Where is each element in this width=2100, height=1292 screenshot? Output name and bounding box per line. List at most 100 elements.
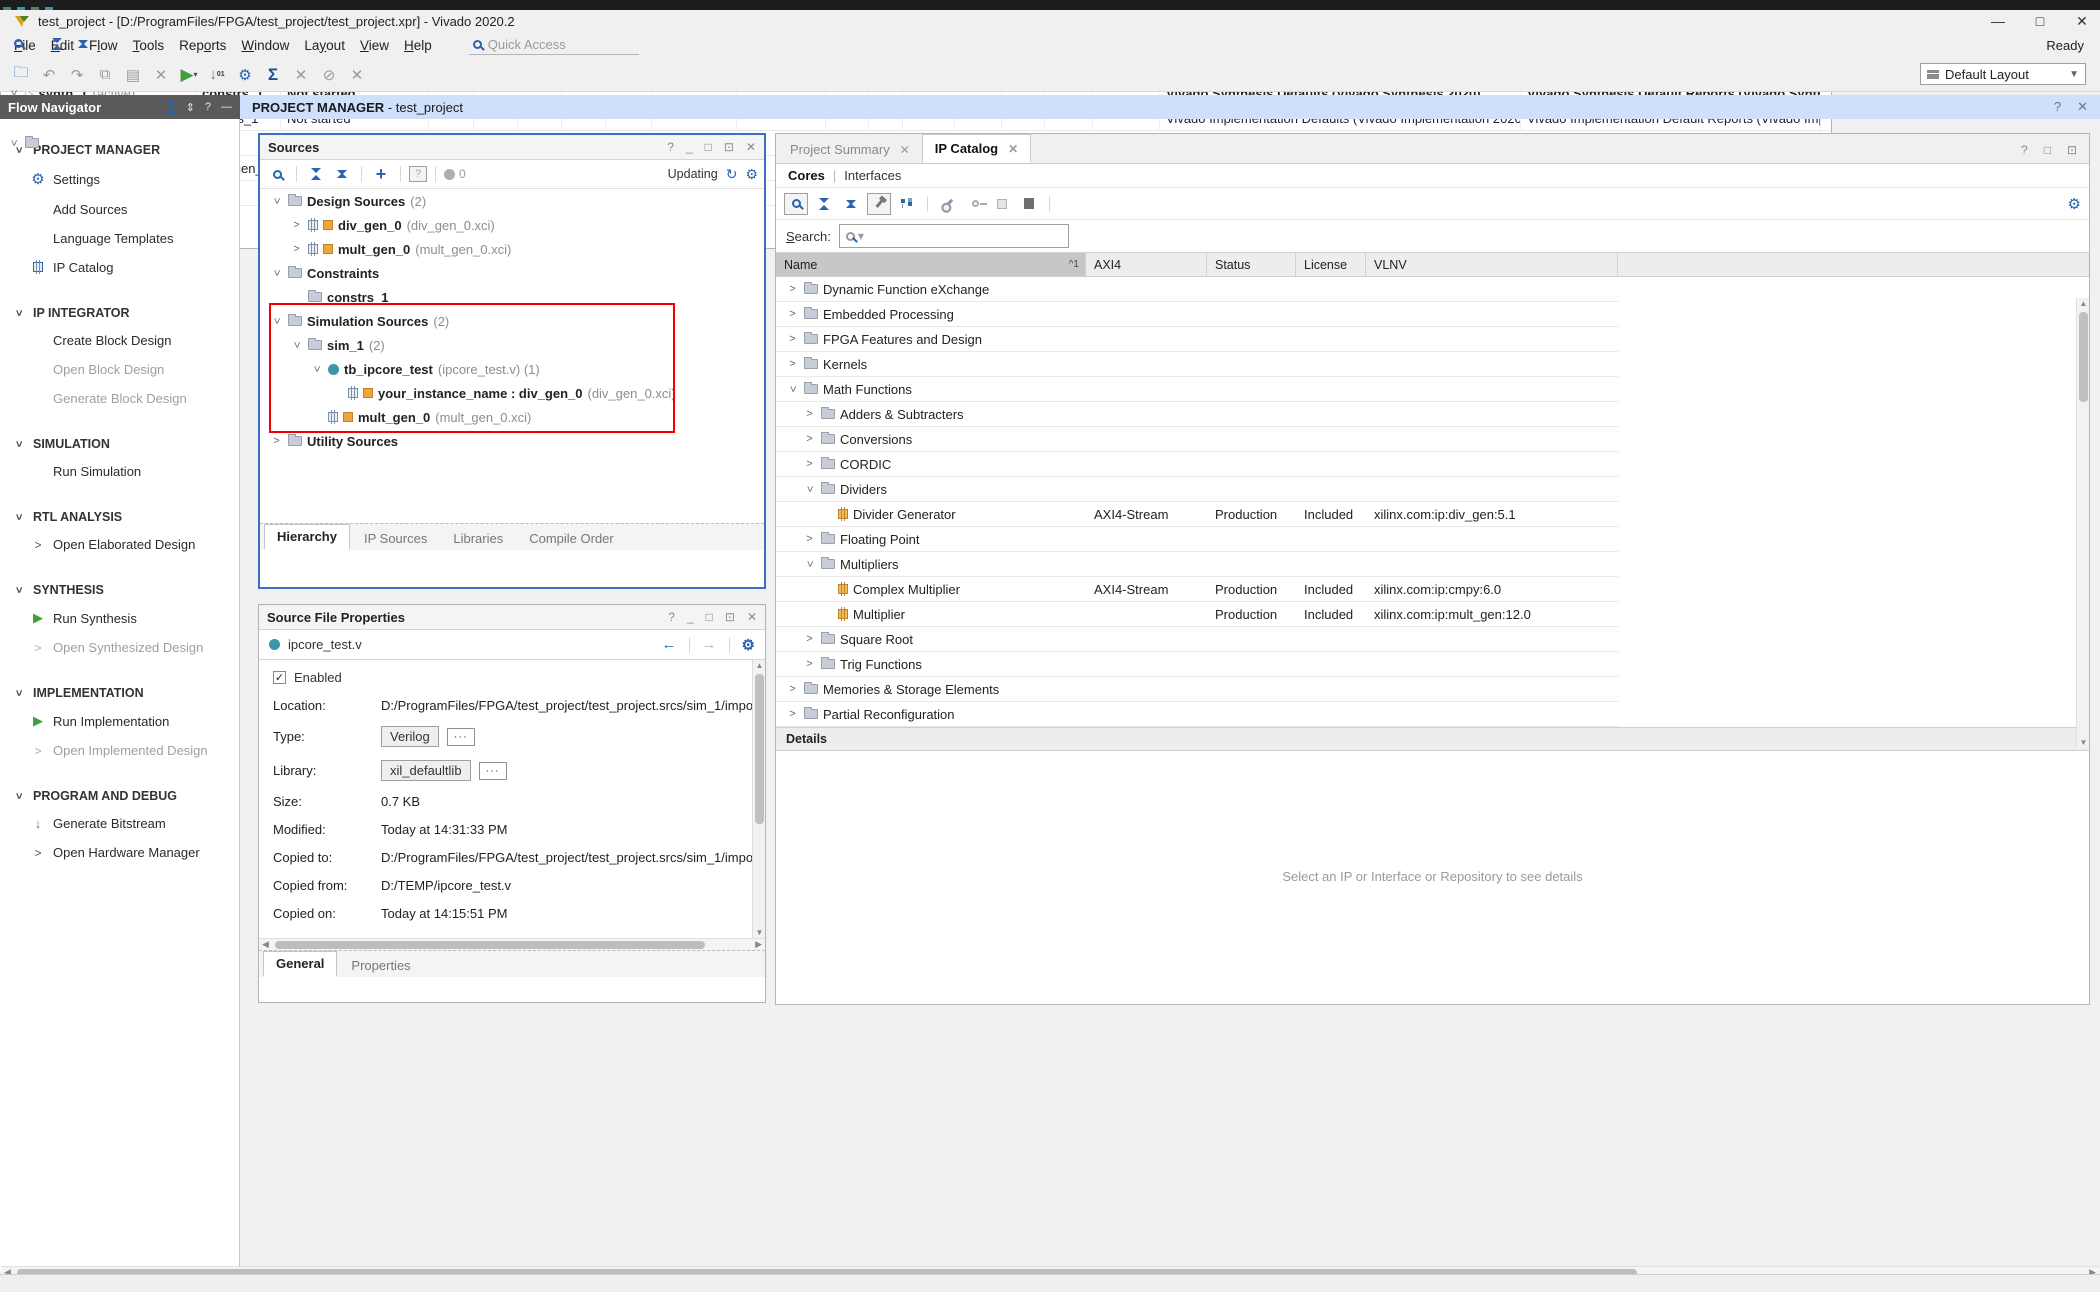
expander-open-icon[interactable]: > (804, 558, 816, 571)
tree-item-constrs-1[interactable]: constrs_1 (260, 285, 764, 309)
tree-item-tb-ipcore-test[interactable]: >tb_ipcore_test(ipcore_test.v) (1) (260, 357, 764, 381)
pin-filter-icon[interactable] (867, 193, 891, 215)
menu-item-window[interactable]: Window (241, 35, 304, 56)
expander-closed-icon[interactable]: > (803, 433, 816, 445)
sidebar-item-add-sources[interactable]: Add Sources (0, 195, 239, 224)
tree-item-mult-gen-0[interactable]: >mult_gen_0(mult_gen_0.xci) (260, 237, 764, 261)
ip-row-floating-point[interactable]: >Floating Point (776, 527, 1618, 552)
close-panel-icon[interactable]: ✕ (746, 140, 756, 154)
refresh-icon[interactable]: ↻ (726, 166, 738, 183)
sidebar-item-run-simulation[interactable]: Run Simulation (0, 457, 239, 486)
maximize-panel-icon[interactable]: □ (706, 610, 713, 624)
ip-row-dividers[interactable]: >Dividers (776, 477, 1618, 502)
expander-closed-icon[interactable]: > (786, 308, 799, 320)
delete-icon[interactable]: ✕ (148, 64, 174, 86)
expander-closed-icon[interactable]: > (803, 658, 816, 670)
tab-libraries[interactable]: Libraries (441, 527, 515, 550)
ip-row-dynamic-function-exchange[interactable]: >Dynamic Function eXchange (776, 277, 1618, 302)
tree-item-div-gen-0[interactable]: >div_gen_0(div_gen_0.xci) (260, 213, 764, 237)
menu-item-help[interactable]: Help (404, 35, 447, 56)
ip-row-math-functions[interactable]: >Math Functions (776, 377, 1618, 402)
collapse-all-icon[interactable] (813, 194, 835, 214)
back-arrow-icon[interactable]: ← (662, 636, 677, 653)
group-hierarchy-icon[interactable] (896, 194, 918, 214)
ip-row-multipliers[interactable]: >Multipliers (776, 552, 1618, 577)
tab-ip-catalog[interactable]: IP Catalog✕ (922, 134, 1031, 163)
float-panel-icon[interactable]: ⊡ (724, 140, 734, 154)
tab-hierarchy[interactable]: Hierarchy (264, 524, 350, 550)
gear-icon[interactable]: ⚙ (2068, 195, 2081, 213)
expander-closed-icon[interactable]: > (803, 533, 816, 545)
settings-gear-icon[interactable]: ⚙ (232, 64, 258, 86)
ip-row-partial-reconfiguration[interactable]: >Partial Reconfiguration (776, 702, 1618, 727)
help-icon[interactable]: ? (205, 101, 211, 114)
flow-section-header[interactable]: >PROGRAM AND DEBUG (0, 783, 239, 809)
search-icon[interactable] (784, 193, 808, 215)
ip-row-embedded-processing[interactable]: >Embedded Processing (776, 302, 1618, 327)
flow-section-header[interactable]: >SIMULATION (0, 431, 239, 457)
tab-properties[interactable]: Properties (339, 954, 422, 977)
column-header-status[interactable]: Status (1207, 253, 1296, 276)
close-tab-icon[interactable]: ✕ (1008, 142, 1018, 156)
column-header-axi4[interactable]: AXI4 (1086, 253, 1207, 276)
close-tab-icon[interactable]: ✕ (900, 143, 910, 157)
expander-closed-icon[interactable]: > (270, 435, 283, 447)
expander-closed-icon[interactable]: > (290, 243, 303, 255)
menu-item-tools[interactable]: Tools (133, 35, 180, 56)
generate-bitstream-icon[interactable]: ↓01 (204, 64, 230, 86)
menu-item-layout[interactable]: Layout (304, 35, 360, 56)
flow-section-header[interactable]: >IMPLEMENTATION (0, 680, 239, 706)
report-sum-icon[interactable]: Σ (260, 64, 286, 86)
expander-open-icon[interactable]: > (13, 307, 25, 320)
gear-icon[interactable]: ⚙ (742, 636, 755, 654)
expander-open-icon[interactable]: > (13, 584, 25, 597)
float-panel-icon[interactable]: ⊡ (2067, 143, 2077, 157)
expander-closed-icon[interactable]: > (803, 408, 816, 420)
maximize-window-icon[interactable]: □ (2032, 13, 2048, 29)
flow-section-header[interactable]: >SYNTHESIS (0, 577, 239, 603)
float-panel-icon[interactable]: ⊡ (725, 610, 735, 624)
expand-all-icon[interactable] (840, 194, 862, 214)
expander-open-icon[interactable]: > (311, 363, 323, 376)
expander-closed-icon[interactable]: > (290, 219, 303, 231)
tree-item-simulation-sources[interactable]: >Simulation Sources(2) (260, 309, 764, 333)
sidebar-item-create-block-design[interactable]: Create Block Design (0, 326, 239, 355)
help-icon[interactable]: ? (2054, 99, 2061, 115)
paste-icon[interactable]: ▤ (120, 64, 146, 86)
help-icon[interactable]: ? (2021, 143, 2028, 157)
expander-closed-icon[interactable]: > (786, 358, 799, 370)
menu-item-view[interactable]: View (360, 35, 404, 56)
tree-item-utility-sources[interactable]: >Utility Sources (260, 429, 764, 453)
enabled-checkbox[interactable]: ✓ (273, 671, 286, 684)
ip-row-fpga-features-and-design[interactable]: >FPGA Features and Design (776, 327, 1618, 352)
maximize-panel-icon[interactable]: □ (705, 140, 712, 154)
help-icon[interactable]: ? (667, 140, 674, 154)
redo-icon[interactable]: ↷ (64, 64, 90, 86)
column-header-license[interactable]: License (1296, 253, 1366, 276)
sidebar-item-language-templates[interactable]: Language Templates (0, 224, 239, 253)
minimize-panel-icon[interactable]: — (221, 101, 232, 114)
horizontal-scrollbar[interactable]: ◀ ▶ (259, 938, 765, 950)
tab-ip-sources[interactable]: IP Sources (352, 527, 439, 550)
gear-icon[interactable]: ⚙ (745, 166, 758, 183)
expander-closed-icon[interactable]: > (803, 633, 816, 645)
copy-icon[interactable]: ⧉ (92, 64, 118, 86)
collapse-all-icon[interactable] (166, 101, 176, 113)
tree-item-design-sources[interactable]: >Design Sources(2) (260, 189, 764, 213)
tree-item-sim-1[interactable]: >sim_1(2) (260, 333, 764, 357)
flow-section-header[interactable]: >IP INTEGRATOR (0, 300, 239, 326)
tree-item-your-instance-name-div-gen-0[interactable]: your_instance_name : div_gen_0(div_gen_0… (260, 381, 764, 405)
sidebar-item-run-implementation[interactable]: ▶Run Implementation (0, 706, 239, 736)
sidebar-item-ip-catalog[interactable]: IP Catalog (0, 253, 239, 282)
flow-section-header[interactable]: >RTL ANALYSIS (0, 504, 239, 530)
ip-search-input[interactable]: ▾ (839, 224, 1069, 248)
expander-open-icon[interactable]: > (271, 195, 283, 208)
ip-row-complex-multiplier[interactable]: Complex MultiplierAXI4-StreamProductionI… (776, 577, 1618, 602)
minimize-panel-icon[interactable]: _ (686, 140, 693, 154)
expand-icon[interactable]: ⇕ (186, 101, 195, 114)
ip-row-square-root[interactable]: >Square Root (776, 627, 1618, 652)
expander-open-icon[interactable]: > (13, 687, 25, 700)
expander-open-icon[interactable]: > (8, 87, 20, 100)
vertical-scrollbar[interactable]: ▲ ▼ (2076, 298, 2089, 748)
add-sources-icon[interactable]: + (370, 164, 392, 184)
